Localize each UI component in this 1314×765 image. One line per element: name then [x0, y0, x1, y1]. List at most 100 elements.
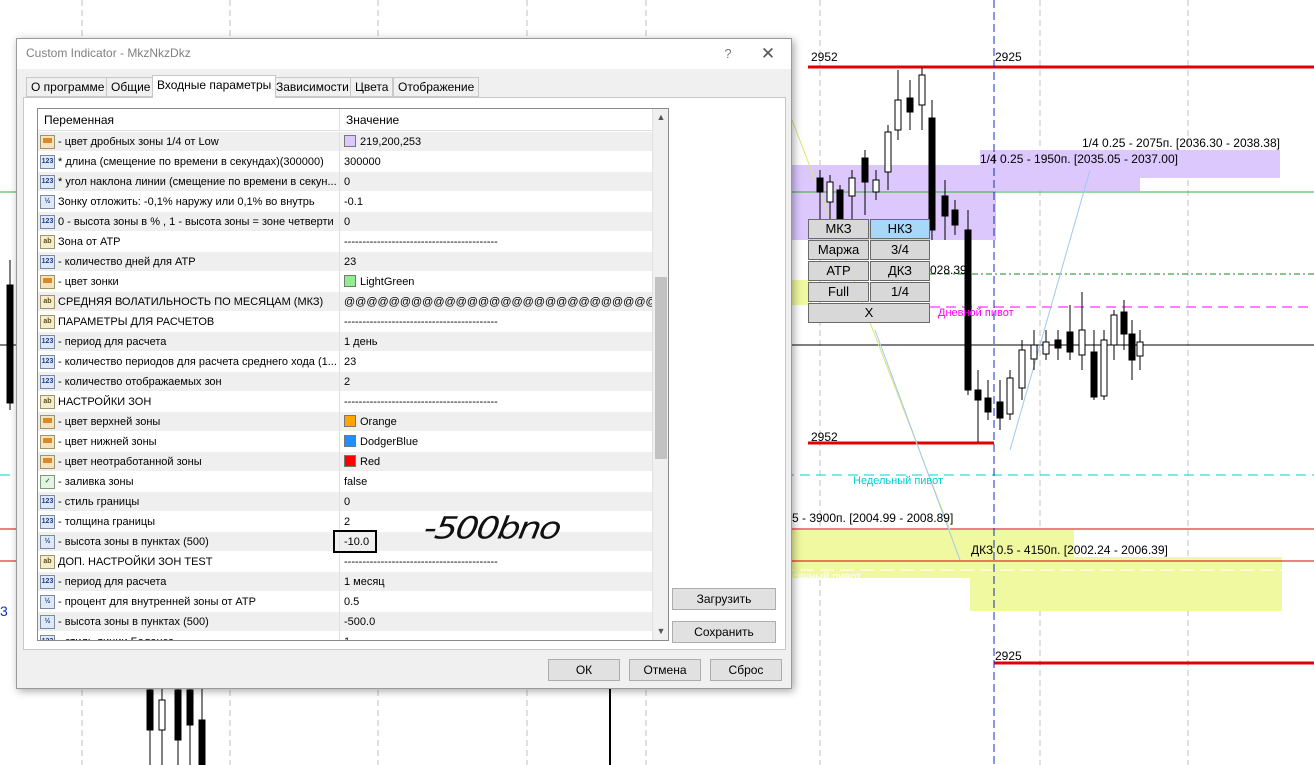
param-name-cell[interactable]: 123- период для расчета: [38, 572, 340, 592]
param-name-cell[interactable]: - цвет неотработанной зоны: [38, 452, 340, 472]
param-name-cell[interactable]: - цвет дробных зоны 1/4 от Low: [38, 132, 340, 152]
scrollbar-thumb[interactable]: [655, 277, 667, 459]
param-name-cell[interactable]: ab СРЕДНЯЯ ВОЛАТИЛЬНОСТЬ ПО МЕСЯЦАМ (МКЗ): [38, 292, 340, 312]
grid-scrollbar[interactable]: ▲ ▼: [652, 109, 668, 640]
param-value-cell[interactable]: 23: [340, 352, 652, 372]
param-value-cell[interactable]: ----------------------------------------…: [340, 232, 652, 252]
param-value-cell[interactable]: DodgerBlue: [340, 432, 652, 452]
param-value-cell[interactable]: -0.1: [340, 192, 652, 212]
x-button[interactable]: X: [808, 303, 930, 323]
param-name-cell[interactable]: ab НАСТРОЙКИ ЗОН: [38, 392, 340, 412]
scroll-down-icon[interactable]: ▼: [653, 623, 668, 640]
load-button[interactable]: Загрузить: [672, 588, 776, 610]
param-name-cell[interactable]: ½ Зонку отложить: -0,1% наружу или 0,1% в…: [38, 192, 340, 212]
param-value-cell[interactable]: Orange: [340, 412, 652, 432]
table-row[interactable]: 123- количество отображаемых зон 2: [38, 372, 652, 392]
table-row[interactable]: ab ДОП. НАСТРОЙКИ ЗОН TEST ---------------…: [38, 552, 652, 572]
param-name-cell[interactable]: ½- высота зоны в пунктах (500): [38, 612, 340, 632]
param-value-cell[interactable]: 300000: [340, 152, 652, 172]
tab-about[interactable]: О программе: [26, 77, 110, 97]
table-row[interactable]: ✓ - заливка зоны false: [38, 472, 652, 492]
table-row[interactable]: ½- высота зоны в пунктах (500) -500.0: [38, 612, 652, 632]
param-name-cell[interactable]: 123- стиль границы: [38, 492, 340, 512]
table-row[interactable]: ab НАСТРОЙКИ ЗОН -------------------------…: [38, 392, 652, 412]
table-row[interactable]: 123- период для расчета 1 день: [38, 332, 652, 352]
tab-colors[interactable]: Цвета: [350, 77, 394, 97]
table-row[interactable]: 123- количество дней для АТР 23: [38, 252, 652, 272]
tab-common[interactable]: Общие: [106, 77, 156, 97]
table-row[interactable]: 123 0 - высота зоны в % , 1 - высота зоны…: [38, 212, 652, 232]
param-value-cell[interactable]: 0: [340, 172, 652, 192]
atr-button[interactable]: АТР: [808, 261, 869, 281]
param-name-cell[interactable]: ab ПАРАМЕТРЫ ДЛЯ РАСЧЕТОВ: [38, 312, 340, 332]
param-name-cell[interactable]: - цвет нижней зоны: [38, 432, 340, 452]
mkz-button[interactable]: МКЗ: [808, 219, 869, 239]
table-row[interactable]: ½- процент для внутренней зоны от АТР 0.5: [38, 592, 652, 612]
ok-button[interactable]: ОК: [548, 659, 620, 681]
table-row[interactable]: ½ Зонку отложить: -0,1% наружу или 0,1% в…: [38, 192, 652, 212]
margin-button[interactable]: Маржа: [808, 240, 869, 260]
param-name-cell[interactable]: 123- количество отображаемых зон: [38, 372, 340, 392]
ratio-14-button[interactable]: 1/4: [870, 282, 930, 302]
param-name-cell[interactable]: ½- процент для внутренней зоны от АТР: [38, 592, 340, 612]
param-name-cell[interactable]: ab Зона от АТР: [38, 232, 340, 252]
param-name-cell[interactable]: 123- количество дней для АТР: [38, 252, 340, 272]
table-row[interactable]: - цвет нижней зоны DodgerBlue: [38, 432, 652, 452]
close-icon[interactable]: ✕: [757, 43, 779, 65]
dkz-button[interactable]: ДКЗ: [870, 261, 930, 281]
param-value-cell[interactable]: 2: [340, 372, 652, 392]
param-value-cell[interactable]: 23: [340, 252, 652, 272]
table-row[interactable]: - цвет верхней зоны Orange: [38, 412, 652, 432]
param-value-cell[interactable]: 1 месяц: [340, 572, 652, 592]
param-name-cell[interactable]: 123- количество периодов для расчета сре…: [38, 352, 340, 372]
tab-dependencies[interactable]: Зависимости: [271, 77, 354, 97]
param-name-cell[interactable]: 123 * угол наклона линии (смещение по вре…: [38, 172, 340, 192]
tab-visualization[interactable]: Отображение: [393, 77, 480, 97]
param-value-cell[interactable]: Red: [340, 452, 652, 472]
header-value[interactable]: Значение: [340, 109, 652, 131]
param-value-cell[interactable]: 0: [340, 492, 652, 512]
param-name-cell[interactable]: 123 * длина (смещение по времени в секунд…: [38, 152, 340, 172]
param-name-cell[interactable]: ✓ - заливка зоны: [38, 472, 340, 492]
full-button[interactable]: Full: [808, 282, 869, 302]
cancel-button[interactable]: Отмена: [629, 659, 701, 681]
table-row[interactable]: 123- период для расчета 1 месяц: [38, 572, 652, 592]
table-row[interactable]: 123- стиль границы 0: [38, 492, 652, 512]
param-value-cell[interactable]: 0.5: [340, 592, 652, 612]
param-name-cell[interactable]: 123- стиль линии Баланса: [38, 632, 340, 640]
param-value-cell[interactable]: 219,200,253: [340, 132, 652, 152]
table-row[interactable]: - цвет дробных зоны 1/4 от Low 219,200,25…: [38, 132, 652, 152]
param-value-cell[interactable]: false: [340, 472, 652, 492]
param-value-cell[interactable]: ----------------------------------------…: [340, 392, 652, 412]
ratio-34-button[interactable]: 3/4: [870, 240, 930, 260]
param-value-cell[interactable]: @@@@@@@@@@@@@@@@@@@@@@@@@@@@@@...: [340, 292, 652, 312]
dialog-titlebar[interactable]: Custom Indicator - MkzNkzDkz ? ✕: [17, 39, 791, 69]
table-row[interactable]: ab ПАРАМЕТРЫ ДЛЯ РАСЧЕТОВ ----------------…: [38, 312, 652, 332]
param-value-cell[interactable]: 1 день: [340, 332, 652, 352]
param-value-cell[interactable]: -500.0: [340, 612, 652, 632]
reset-button[interactable]: Сброс: [710, 659, 782, 681]
param-value-cell[interactable]: LightGreen: [340, 272, 652, 292]
table-row[interactable]: 123 * угол наклона линии (смещение по вре…: [38, 172, 652, 192]
param-name-cell[interactable]: - цвет верхней зоны: [38, 412, 340, 432]
param-value-cell[interactable]: ----------------------------------------…: [340, 312, 652, 332]
param-name-cell[interactable]: 123- период для расчета: [38, 332, 340, 352]
param-name-cell[interactable]: ½- высота зоны в пунктах (500): [38, 532, 340, 552]
param-value-cell[interactable]: ----------------------------------------…: [340, 552, 652, 572]
nkz-button[interactable]: НКЗ: [870, 219, 930, 239]
help-button[interactable]: ?: [717, 44, 739, 64]
param-name-cell[interactable]: 123- толщина границы: [38, 512, 340, 532]
param-name-cell[interactable]: 123 0 - высота зоны в % , 1 - высота зоны…: [38, 212, 340, 232]
table-row[interactable]: ab Зона от АТР ---------------------------…: [38, 232, 652, 252]
table-row[interactable]: 123- количество периодов для расчета сре…: [38, 352, 652, 372]
table-row[interactable]: - цвет неотработанной зоны Red: [38, 452, 652, 472]
param-name-cell[interactable]: - цвет зонки: [38, 272, 340, 292]
save-button[interactable]: Сохранить: [672, 621, 776, 643]
param-name-cell[interactable]: ab ДОП. НАСТРОЙКИ ЗОН TEST: [38, 552, 340, 572]
table-row[interactable]: 123 * длина (смещение по времени в секунд…: [38, 152, 652, 172]
tab-inputs[interactable]: Входные параметры: [152, 75, 277, 98]
table-row[interactable]: 123- стиль линии Баланса 1: [38, 632, 652, 640]
header-variable[interactable]: Переменная: [38, 109, 340, 131]
param-value-cell[interactable]: 1: [340, 632, 652, 640]
table-row[interactable]: ab СРЕДНЯЯ ВОЛАТИЛЬНОСТЬ ПО МЕСЯЦАМ (МКЗ)…: [38, 292, 652, 312]
